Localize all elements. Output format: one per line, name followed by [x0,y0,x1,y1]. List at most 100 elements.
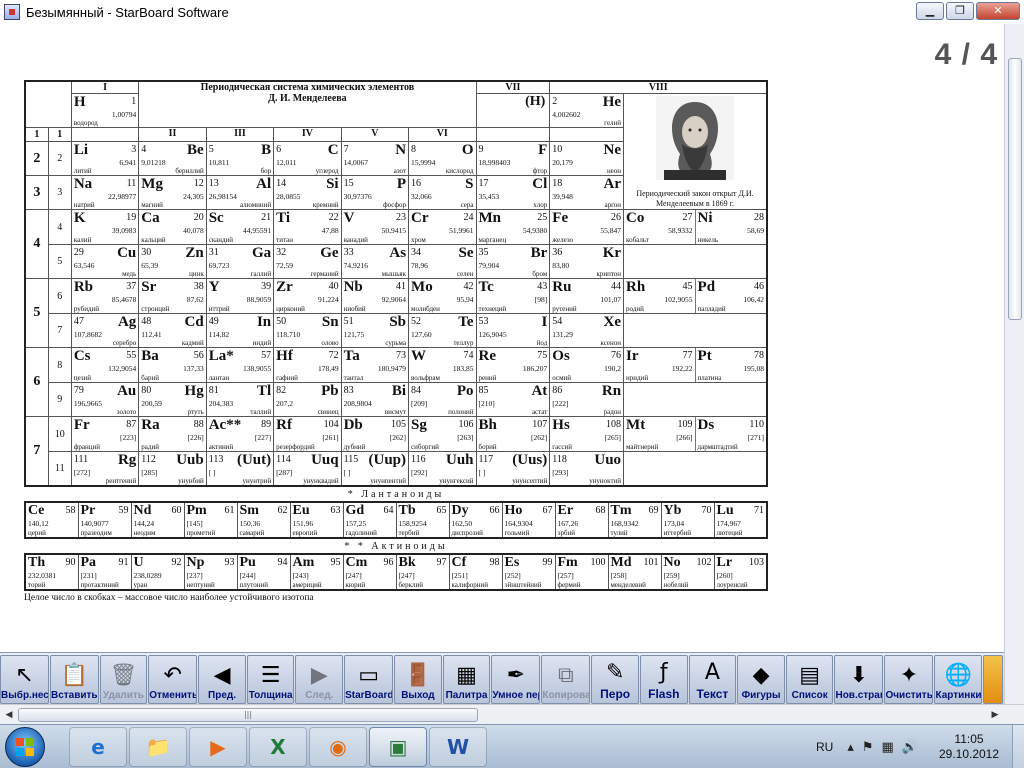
element-symbol: Be [187,142,204,159]
paste-button[interactable]: 📋 Вставить [50,655,99,704]
atomic-mass: 186,207 [522,364,548,373]
element-name: сера [460,201,474,209]
atomic-mass: [ ] [343,468,351,477]
element-symbol: Br [530,245,548,262]
starboard-logo-button[interactable] [983,655,1003,704]
volume-icon[interactable]: 🔊 [902,740,918,755]
prev-page-button[interactable]: ◀ Пред. [198,655,246,704]
atomic-number: 35 [478,247,489,258]
atomic-mass: [257] [557,570,574,580]
flash-button[interactable]: ƒ Flash [639,655,688,704]
taskbar-explorer-button[interactable]: 📁 [129,726,187,767]
copy-button[interactable]: ⧉ Копировать [541,655,591,704]
pictures-button[interactable]: 🌐 Картинки [934,655,983,704]
periodic-table-image[interactable]: I Периодическая система химических элеме… [24,80,768,603]
scroll-left-arrow-icon[interactable]: ◀ [2,708,16,722]
clock[interactable]: 11:05 29.10.2012 [926,732,1012,762]
atomic-mass: 164,9304 [504,518,533,528]
element-symbol: Mn [478,210,502,227]
element-Db: Db 105 [262] дубний [340,416,410,452]
show-desktop-button[interactable] [1012,725,1024,768]
portrait-caption: Периодический закон открыт Д.И. Менделее… [636,189,754,208]
smart-pen-button[interactable]: ✒ Умное перо [491,655,541,704]
atomic-number: 97 [436,556,447,568]
horizontal-scroll-thumb[interactable]: ||| [18,708,478,722]
element-Kr: Kr 36 83,80 криптон [549,244,625,279]
element-symbol: Ac** [208,417,242,434]
shapes-button[interactable]: ◆ Фигуры [737,655,785,704]
atomic-number: 32 [276,247,287,258]
element-symbol: Cf [451,554,467,570]
language-indicator[interactable]: RU [816,740,833,754]
element-symbol: Ag [117,314,137,331]
next-page-button[interactable]: ▶ След. [295,655,344,704]
element-Pd: Pd 46 106,42 палладий [696,280,766,313]
taskbar-apps: e 📁 ▶ X ◉ ▣ W [67,726,487,767]
start-button[interactable] [5,726,45,767]
whiteboard-canvas[interactable]: 4 / 4 I Периодическая система химических… [0,24,1004,652]
close-button[interactable]: ✕ [976,2,1020,20]
starboard-app-icon[interactable] [4,4,20,20]
element-Na: Na 11 22,98977 натрий [70,175,140,210]
clear-button[interactable]: ✦ Очистить [884,655,934,704]
taskbar-word-button[interactable]: W [429,726,487,767]
atomic-number: 41 [396,281,407,292]
undo-button[interactable]: ↶ Отменить [148,655,198,704]
period-number: 6 [24,347,49,417]
internet-explorer-icon: e [91,734,105,759]
taskbar-starboard-button[interactable]: ▣ [369,726,427,767]
thickness-button[interactable]: ☰ Толщина [246,655,295,704]
palette-button[interactable]: ▦ Палитра [442,655,491,704]
maximize-button[interactable]: ❐ [946,2,974,20]
taskbar-media-button[interactable]: ▶ [189,726,247,767]
toolbar-button-label: Выбр.неск. [1,690,48,701]
element-symbol: Pm [186,502,207,518]
atomic-mass: 101,07 [600,295,622,304]
delete-button[interactable]: 🗑 Удалить [99,655,148,704]
atomic-mass: [287] [276,468,293,477]
vertical-scrollbar[interactable] [1004,24,1024,704]
minimize-button[interactable]: ▁ [916,2,944,20]
taskbar-firefox-button[interactable]: ◉ [309,726,367,767]
vertical-scroll-thumb[interactable] [1008,58,1022,320]
element-name: рутений [552,305,577,313]
taskbar-ie-button[interactable]: e [69,726,127,767]
tray-expand-icon[interactable]: ▴ [847,740,854,755]
network-icon[interactable]: ▦ [882,740,894,755]
element-name: нептуний [186,580,215,589]
element-name: кремний [312,201,339,209]
element-name: таллий [250,408,272,416]
period-number: 7 [24,416,49,486]
taskbar-excel-button[interactable]: X [249,726,307,767]
starboard-button[interactable]: ▭ StarBoard [344,655,394,704]
pen-button[interactable]: ✎ Перо [591,655,639,704]
element-Cs: Cs 55 132,9054 цезий [70,347,140,383]
element-Ge: Ge 32 72,59 германий [273,244,342,279]
element-name: никель [697,236,719,244]
element-Te: Te 52 127,60 теллур [408,313,477,348]
atomic-mass: [98] [534,295,548,304]
text-button[interactable]: A Текст [688,655,737,704]
atomic-number: 46 [754,281,765,292]
scroll-right-arrow-icon[interactable]: ▶ [988,708,1002,722]
atomic-number: 107 [532,419,548,430]
atomic-mass: 55,847 [600,226,622,235]
atomic-number: 80 [141,385,152,396]
list-button[interactable]: ▤ Список [785,655,834,704]
horizontal-scrollbar[interactable]: ◀ ||| ▶ [0,704,1024,724]
select-mode-button[interactable]: ↖ Выбр.неск. [0,655,49,704]
atomic-mass: 35,453 [478,192,500,201]
table-title-line1: Периодическая система химических элемент… [200,82,415,93]
element-Tb: Tb 65 158,9254 тербий [395,501,450,538]
atomic-mass: 9,01218 [141,158,166,167]
element-name: фтор [532,167,548,175]
group-header: II [138,127,207,142]
new-page-button[interactable]: ⬇ Нов.стран. [834,655,884,704]
element-Sr: Sr 38 87,62 стронций [138,278,207,314]
element-symbol: Na [73,176,93,193]
atomic-mass: 78,96 [411,261,428,270]
atomic-number: 64 [383,504,394,516]
flag-icon[interactable]: ⚑ [862,740,874,755]
exit-button[interactable]: 🚪 Выход [394,655,442,704]
element-name: натрий [73,201,95,209]
